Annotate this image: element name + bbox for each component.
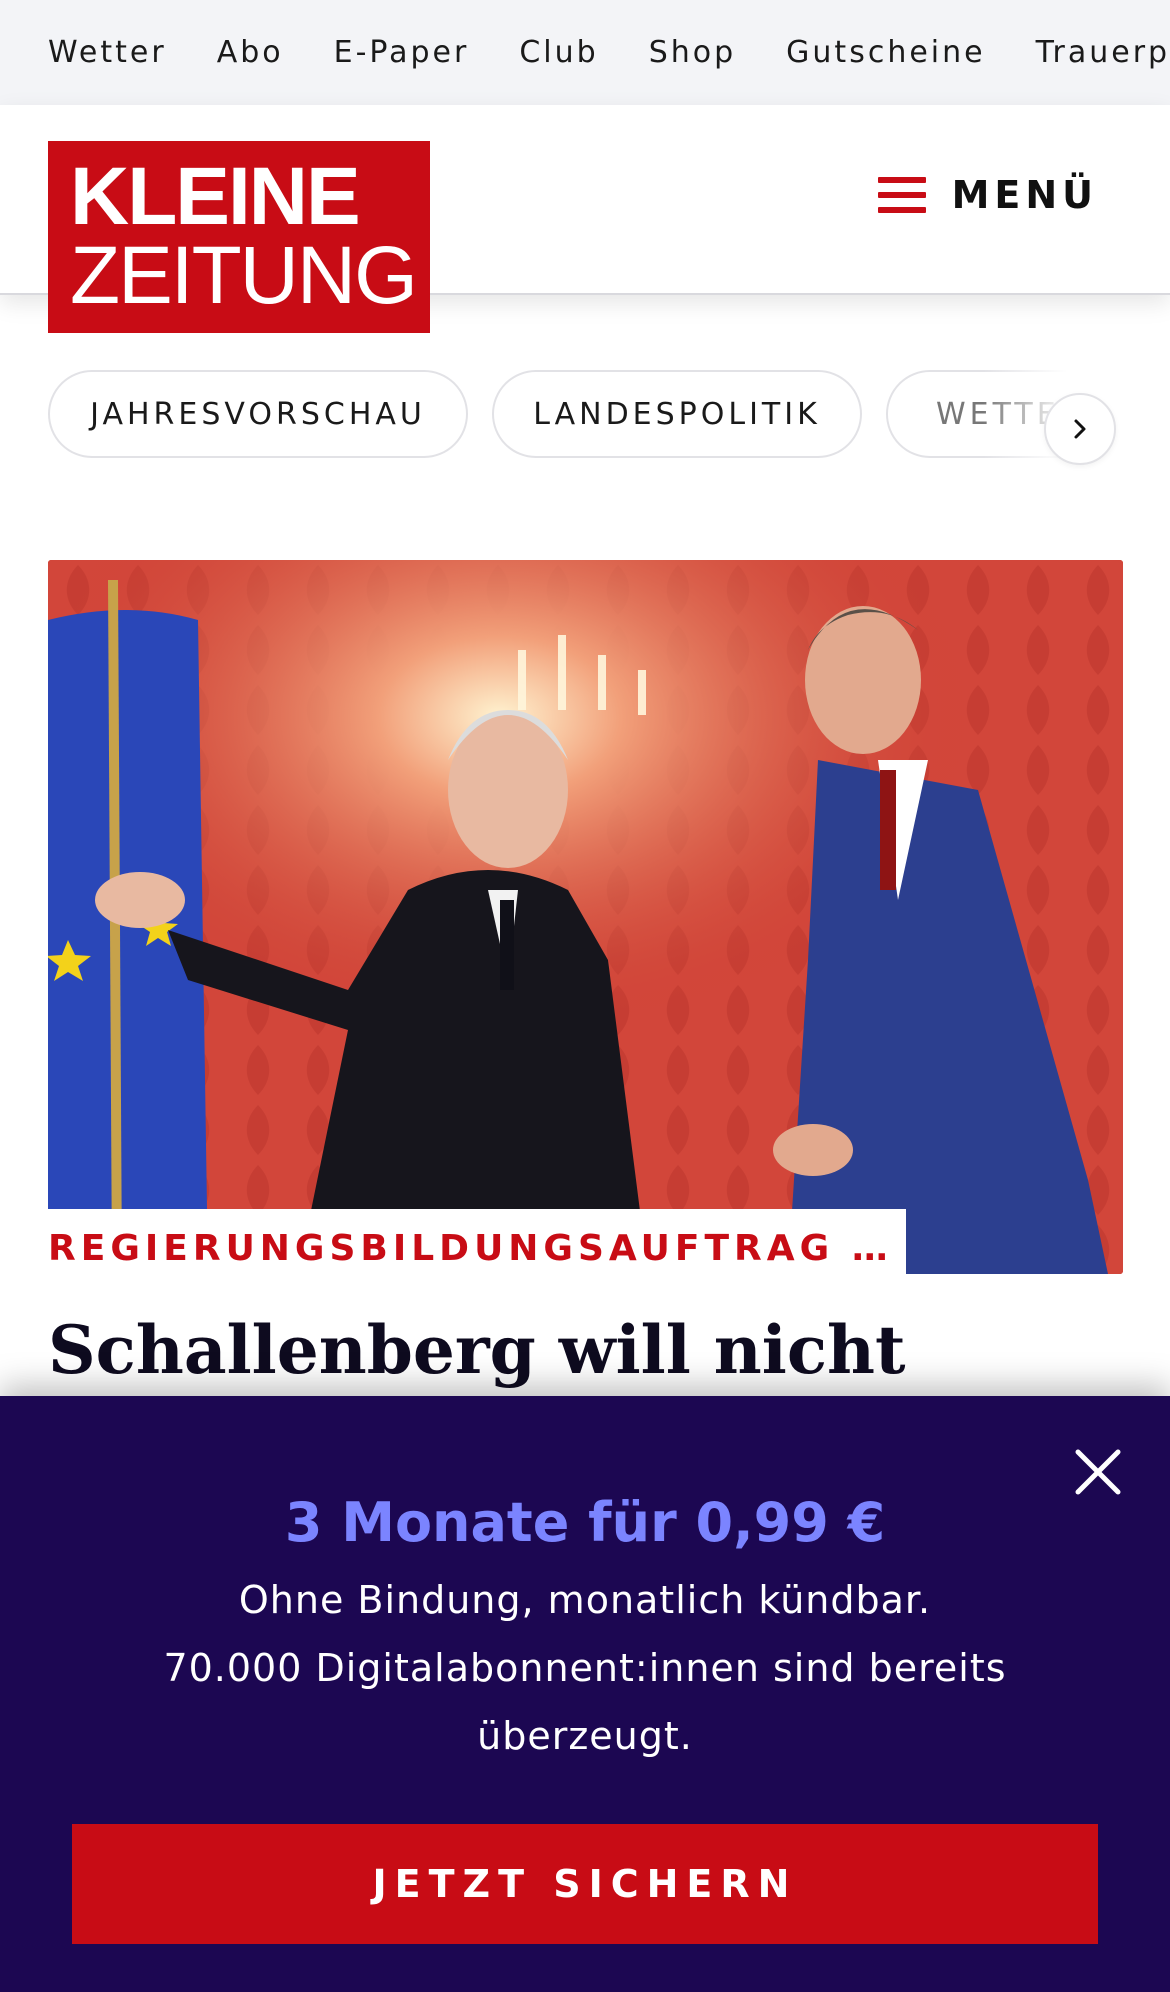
logo-line-1: KLEINE: [70, 151, 361, 242]
utility-nav: Wetter Abo E-Paper Club Shop Gutscheine …: [0, 0, 1170, 105]
offer-line-1: Ohne Bindung, monatlich kündbar.: [238, 1578, 932, 1622]
pills-next-button[interactable]: [1044, 393, 1116, 465]
utility-nav-club[interactable]: Club: [519, 35, 598, 70]
menu-label: MENÜ: [951, 173, 1098, 217]
menu-button[interactable]: MENÜ: [877, 173, 1098, 217]
site-header: KLEINE ZEITUNG MENÜ: [0, 105, 1170, 333]
utility-nav-epaper[interactable]: E-Paper: [334, 35, 470, 70]
article-kicker[interactable]: REGIERUNGSBILDUNGSAUFTRAG FÜ…: [48, 1228, 898, 1269]
utility-nav-abo[interactable]: Abo: [217, 35, 284, 70]
utility-nav-trauerportal[interactable]: Trauerportal: [1036, 35, 1170, 70]
utility-nav-wetter[interactable]: Wetter: [48, 35, 167, 70]
offer-line-2: 70.000 Digitalabonnent:innen sind bereit…: [163, 1646, 1007, 1690]
chevron-right-icon: [1074, 419, 1086, 439]
subscription-overlay: 3 Monate für 0,99 € Ohne Bindung, monatl…: [0, 1396, 1170, 1992]
subscribe-cta-button[interactable]: JETZT SICHERN: [72, 1824, 1098, 1944]
pill-jahresvorschau[interactable]: JAHRESVORSCHAU: [48, 370, 468, 458]
hamburger-icon: [877, 177, 926, 213]
logo-line-2: ZEITUNG: [70, 230, 418, 321]
utility-nav-gutscheine[interactable]: Gutscheine: [786, 35, 985, 70]
pill-landespolitik[interactable]: LANDESPOLITIK: [492, 370, 862, 458]
topic-pills: JAHRESVORSCHAU LANDESPOLITIK WETTER: [48, 368, 1170, 460]
article-headline[interactable]: Schallenberg will nicht: [48, 1310, 1118, 1390]
site-logo[interactable]: KLEINE ZEITUNG: [48, 141, 430, 333]
offer-title: 3 Monate für 0,99 €: [284, 1491, 886, 1554]
article-hero-image[interactable]: [48, 560, 1123, 1274]
offer-line-3: überzeugt.: [477, 1714, 693, 1758]
utility-nav-shop[interactable]: Shop: [649, 35, 736, 70]
hero-photo: [48, 560, 1123, 1274]
